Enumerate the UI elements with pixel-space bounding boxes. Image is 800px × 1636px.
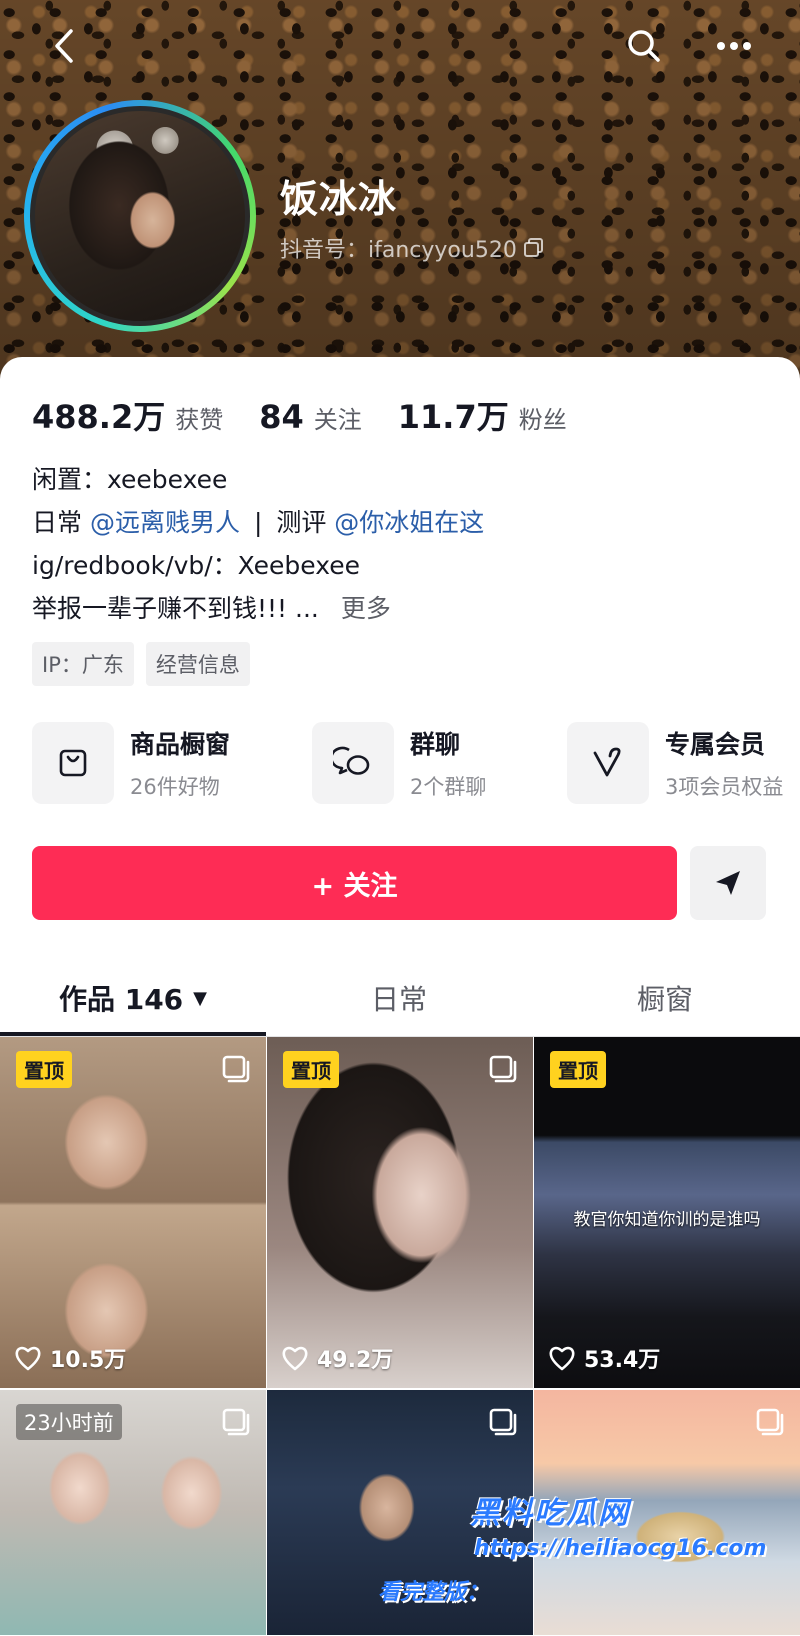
profile-tags: IP：广东 经营信息 xyxy=(32,642,250,686)
tab-showcase-label: 橱窗 xyxy=(636,983,693,1016)
group-chat-icon-box xyxy=(312,722,394,804)
heart-icon xyxy=(15,1346,41,1371)
bio-line-1: 闲置：xeebexee xyxy=(32,465,228,494)
profile-nickname: 饭冰冰 xyxy=(280,177,398,221)
caret-down-icon: ▼ xyxy=(193,987,208,1009)
copy-icon[interactable] xyxy=(523,237,545,259)
douyin-id-text: 抖音号：ifancyyou520 xyxy=(280,238,517,263)
mention-link-2[interactable]: @你冰姐在这 xyxy=(334,508,484,537)
multi-image-icon xyxy=(489,1408,517,1436)
back-button[interactable] xyxy=(40,22,88,70)
profile-bio: 闲置：xeebexee 日常 @远离贱男人 | 测评 @你冰姐在这 ig/red… xyxy=(32,458,484,630)
heart-icon xyxy=(282,1346,308,1371)
chat-bubbles-icon xyxy=(333,746,370,775)
search-icon xyxy=(628,30,660,62)
more-icon xyxy=(717,42,751,50)
search-button[interactable] xyxy=(620,22,668,70)
group-chat-text: 群聊 2个群聊 xyxy=(410,725,486,801)
like-count-value: 49.2万 xyxy=(317,1348,394,1373)
more-options-button[interactable] xyxy=(710,22,758,70)
chevron-left-icon xyxy=(55,29,73,63)
send-icon xyxy=(716,871,740,895)
multi-image-icon xyxy=(489,1055,517,1083)
avatar-image xyxy=(35,111,245,321)
multi-image-icon xyxy=(222,1055,250,1083)
shop-window-icon-box xyxy=(32,722,114,804)
time-badge: 23小时前 xyxy=(16,1404,122,1440)
like-count-value: 10.5万 xyxy=(50,1348,127,1373)
bio-review-label: 测评 xyxy=(276,508,327,537)
tab-daily-label: 日常 xyxy=(370,983,427,1016)
content-tabs: 作品 146 ▼ 日常 橱窗 xyxy=(0,960,800,1036)
stat-likes[interactable]: 488.2万 获赞 xyxy=(32,392,223,438)
stat-followers[interactable]: 11.7万 粉丝 xyxy=(398,392,567,438)
video-thumbnail[interactable]: 置顶 教官你知道你训的是谁吗 53.4万 xyxy=(534,1037,800,1388)
like-count: 53.4万 xyxy=(548,1342,660,1374)
douyin-id-row[interactable]: 抖音号：ifancyyou520 xyxy=(280,232,545,264)
like-count: 10.5万 xyxy=(14,1342,126,1374)
heart-v-icon xyxy=(593,747,621,777)
bio-line-4: 举报一辈子赚不到钱!!! ... 更多 xyxy=(32,587,484,630)
group-chat-title: 群聊 xyxy=(410,730,461,759)
tab-works-label: 作品 146 xyxy=(58,983,184,1016)
bio-line-3: ig/redbook/vb/：Xeebexee xyxy=(32,551,361,580)
pinned-badge: 置顶 xyxy=(16,1051,72,1088)
tab-showcase[interactable]: 橱窗 xyxy=(532,960,798,1036)
tab-daily[interactable]: 日常 xyxy=(266,960,532,1036)
stat-followers-value: 11.7万 xyxy=(397,398,509,436)
membership-sub: 3项会员权益 xyxy=(665,775,784,799)
video-grid: 置顶 10.5万 置顶 49.2万 置顶 教官你知道你训的是谁吗 53.4万 2… xyxy=(0,1037,800,1635)
shop-window-text: 商品橱窗 26件好物 xyxy=(130,725,230,801)
quick-link-shop-window[interactable]: 商品橱窗 26件好物 xyxy=(32,722,230,804)
avatar-border xyxy=(30,106,250,326)
video-thumbnail[interactable]: 置顶 49.2万 xyxy=(267,1037,533,1388)
follow-button-label: + 关注 xyxy=(311,870,398,902)
quick-link-group-chat[interactable]: 群聊 2个群聊 xyxy=(312,722,486,804)
multi-image-icon xyxy=(222,1408,250,1436)
membership-text: 专属会员 3项会员权益 xyxy=(665,725,783,801)
watermark-prefix: 看完整版： xyxy=(378,1580,489,1605)
like-count: 49.2万 xyxy=(281,1342,393,1374)
video-thumbnail[interactable]: 23小时前 xyxy=(0,1390,266,1635)
shopping-bag-icon xyxy=(59,749,87,777)
shop-window-title: 商品橱窗 xyxy=(130,730,231,759)
like-count-value: 53.4万 xyxy=(584,1348,661,1373)
stat-likes-label: 获赞 xyxy=(175,406,224,434)
stat-followers-label: 粉丝 xyxy=(518,406,567,434)
multi-image-icon xyxy=(756,1408,784,1436)
ip-location-tag: IP：广东 xyxy=(32,642,134,686)
mention-link-1[interactable]: @远离贱男人 xyxy=(90,508,240,537)
shop-window-sub: 26件好物 xyxy=(130,775,220,799)
follow-button[interactable]: + 关注 xyxy=(32,846,677,920)
heart-icon xyxy=(549,1346,575,1371)
avatar[interactable] xyxy=(24,100,256,332)
bio-more-link[interactable]: 更多 xyxy=(341,594,391,623)
pinned-badge: 置顶 xyxy=(550,1051,606,1088)
group-chat-sub: 2个群聊 xyxy=(410,775,487,799)
stat-following-label: 关注 xyxy=(313,406,362,434)
membership-title: 专属会员 xyxy=(665,730,766,759)
tab-works[interactable]: 作品 146 ▼ xyxy=(0,960,266,1036)
share-button[interactable] xyxy=(690,846,766,920)
stat-following-value: 84 xyxy=(259,398,304,436)
bio-line-4-text: 举报一辈子赚不到钱!!! ... xyxy=(32,594,319,623)
bio-line-2: 日常 @远离贱男人 | 测评 @你冰姐在这 xyxy=(32,501,484,544)
business-info-tag[interactable]: 经营信息 xyxy=(145,642,250,686)
stat-following[interactable]: 84 关注 xyxy=(259,398,362,436)
bio-daily-label: 日常 xyxy=(32,508,83,537)
video-caption: 教官你知道你训的是谁吗 xyxy=(573,1210,761,1230)
pinned-badge: 置顶 xyxy=(283,1051,339,1088)
membership-icon-box xyxy=(567,722,649,804)
profile-stats: 488.2万 获赞 84 关注 11.7万 粉丝 xyxy=(32,392,603,438)
stat-likes-value: 488.2万 xyxy=(32,398,166,436)
bio-separator: | xyxy=(253,508,263,537)
quick-link-membership[interactable]: 专属会员 3项会员权益 xyxy=(567,722,783,804)
video-thumbnail[interactable] xyxy=(534,1390,800,1635)
video-thumbnail[interactable]: 置顶 10.5万 xyxy=(0,1037,266,1388)
